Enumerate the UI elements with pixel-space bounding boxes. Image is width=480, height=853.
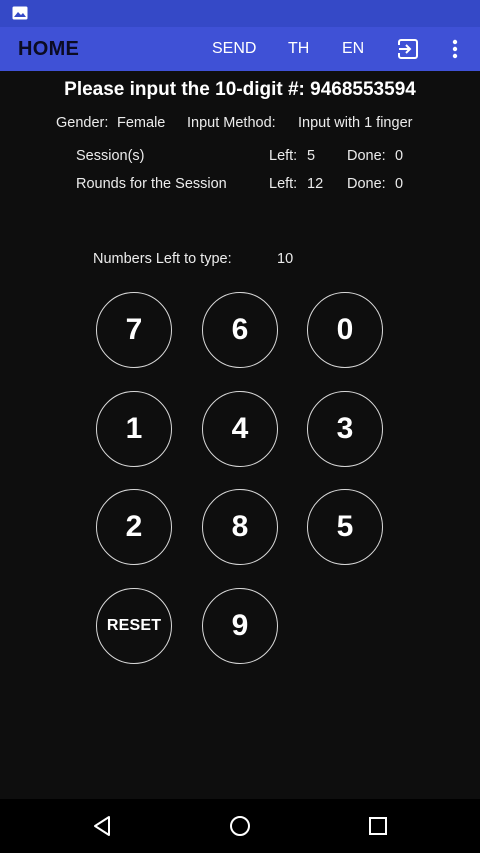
sessions-row: Session(s) Left: 5 Done: 0: [0, 148, 480, 168]
back-triangle-icon[interactable]: [90, 813, 116, 839]
status-bar: [0, 0, 480, 27]
sessions-left-label: Left:: [269, 148, 298, 164]
home-circle-icon[interactable]: [227, 813, 253, 839]
key-7[interactable]: 7: [96, 292, 172, 368]
sessions-left-value: 5: [307, 148, 316, 164]
send-button[interactable]: SEND: [212, 27, 256, 71]
rounds-label: Rounds for the Session: [76, 176, 227, 192]
reset-button[interactable]: RESET: [96, 588, 172, 664]
rounds-row: Rounds for the Session Left: 12 Done: 0: [0, 176, 480, 196]
key-5[interactable]: 5: [307, 489, 383, 565]
key-2[interactable]: 2: [96, 489, 172, 565]
app-bar: HOME SEND TH EN: [0, 27, 480, 71]
sessions-done-value: 0: [395, 148, 404, 164]
image-notification-icon: [12, 6, 28, 20]
sessions-done-label: Done:: [347, 148, 386, 164]
numbers-left-value: 10: [277, 251, 294, 267]
recent-apps-square-icon[interactable]: [365, 813, 391, 839]
gender-label: Gender:: [56, 115, 109, 131]
key-0[interactable]: 0: [307, 292, 383, 368]
main-content: Please input the 10-digit #: 9468553594 …: [0, 71, 480, 799]
exit-to-app-icon[interactable]: [396, 37, 420, 61]
key-4[interactable]: 4: [202, 391, 278, 467]
app-title: HOME: [18, 38, 80, 60]
sessions-label: Session(s): [76, 148, 145, 164]
en-language-button[interactable]: EN: [342, 27, 364, 71]
digit-prompt: Please input the 10-digit #: 9468553594: [0, 79, 480, 101]
input-method-label: Input Method:: [187, 115, 276, 131]
key-8[interactable]: 8: [202, 489, 278, 565]
key-1[interactable]: 1: [96, 391, 172, 467]
input-method-value: Input with 1 finger: [298, 115, 413, 131]
rounds-done-value: 0: [395, 176, 404, 192]
rounds-left-value: 12: [307, 176, 324, 192]
participant-info: Gender: Female Input Method: Input with …: [0, 115, 480, 135]
key-9[interactable]: 9: [202, 588, 278, 664]
th-language-button[interactable]: TH: [288, 27, 309, 71]
more-vert-icon[interactable]: [445, 37, 465, 61]
rounds-left-label: Left:: [269, 176, 298, 192]
rounds-done-label: Done:: [347, 176, 386, 192]
prompt-label: Please input the 10-digit #:: [64, 79, 305, 100]
gender-value: Female: [117, 115, 166, 131]
key-3[interactable]: 3: [307, 391, 383, 467]
target-number: 9468553594: [310, 79, 416, 100]
numbers-left-row: Numbers Left to type: 10: [0, 251, 480, 271]
system-nav-bar: [0, 799, 480, 853]
numbers-left-label: Numbers Left to type:: [93, 251, 232, 267]
key-6[interactable]: 6: [202, 292, 278, 368]
